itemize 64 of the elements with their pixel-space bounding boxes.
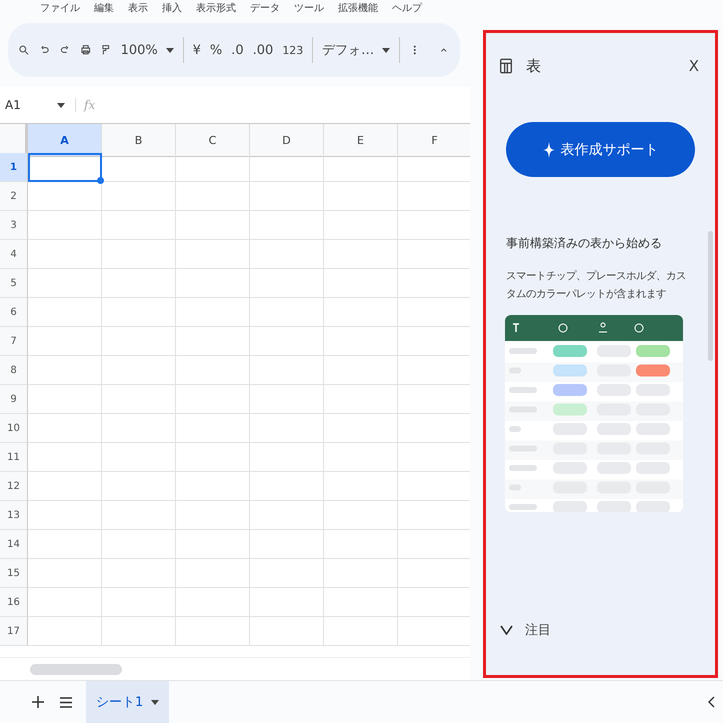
caret-icon	[57, 102, 65, 108]
section-heading: 事前構築済みの表から始める	[506, 235, 663, 252]
row-header[interactable]: 5	[0, 269, 28, 298]
row-header[interactable]: 1	[0, 153, 28, 182]
row-header[interactable]: 2	[0, 182, 28, 211]
increase-decimal-button[interactable]: .00	[252, 42, 274, 58]
scrollbar-thumb[interactable]	[708, 231, 713, 361]
caret-icon	[151, 700, 160, 704]
font-select[interactable]: デフォ…	[322, 41, 390, 59]
percent-button[interactable]: %	[210, 42, 222, 58]
column-header[interactable]: E	[324, 124, 398, 157]
number-format-button[interactable]: 123	[282, 44, 304, 56]
caret-icon	[166, 48, 174, 52]
menu-item[interactable]: ファイル	[40, 1, 80, 15]
menu-item[interactable]: ツール	[294, 1, 324, 15]
currency-button[interactable]: ¥	[192, 42, 201, 58]
column-header[interactable]: B	[102, 124, 176, 157]
name-box[interactable]: A1	[0, 98, 76, 112]
assist-button[interactable]: 表作成サポート	[506, 122, 695, 177]
panel-title: 表	[526, 56, 542, 76]
row-header[interactable]: 16	[0, 588, 28, 617]
section-toggle[interactable]: 注目	[498, 621, 715, 639]
caret-icon	[382, 48, 390, 52]
row-header[interactable]: 7	[0, 327, 28, 356]
chevron-icon	[500, 625, 513, 635]
zoom-select[interactable]: 100%	[120, 42, 174, 58]
column-header[interactable]: A	[28, 124, 102, 157]
column-header[interactable]: C	[176, 124, 250, 157]
row-header[interactable]: 15	[0, 559, 28, 588]
menu-item[interactable]: 表示形式	[196, 1, 236, 15]
print-icon[interactable]	[80, 43, 92, 57]
column-header[interactable]: F	[398, 124, 470, 157]
menu-item[interactable]: 拡張機能	[338, 1, 378, 15]
row-header[interactable]: 4	[0, 240, 28, 269]
formula-icon: fx	[84, 98, 96, 112]
scrollbar-thumb[interactable]	[30, 664, 122, 674]
expand-panel-button[interactable]	[706, 696, 717, 708]
row-header[interactable]: 11	[0, 443, 28, 472]
menu-item[interactable]: 挿入	[162, 1, 182, 15]
add-sheet-button[interactable]	[30, 696, 46, 708]
sheet-tab[interactable]: シート1	[86, 681, 170, 723]
row-header[interactable]: 8	[0, 356, 28, 385]
close-button[interactable]: X	[688, 57, 699, 75]
menu-item[interactable]: データ	[250, 1, 280, 15]
menu-item[interactable]: 編集	[94, 1, 114, 15]
menu-item[interactable]: 表示	[128, 1, 148, 15]
column-header[interactable]: D	[250, 124, 324, 157]
table-icon[interactable]	[498, 57, 514, 75]
row-header[interactable]: 13	[0, 501, 28, 530]
description: スマートチップ、プレースホルダ、カスタムのカラーパレットが含まれます	[506, 269, 687, 302]
decrease-decimal-button[interactable]: .0	[231, 42, 244, 58]
search-icon[interactable]	[18, 43, 30, 57]
menu-button[interactable]	[58, 696, 74, 708]
menu-item[interactable]: ヘルプ	[392, 1, 422, 15]
sparkle-icon	[542, 142, 554, 158]
paint-format-icon[interactable]	[100, 43, 112, 57]
row-header[interactable]: 3	[0, 211, 28, 240]
row-header[interactable]: 17	[0, 617, 28, 646]
row-header[interactable]: 9	[0, 385, 28, 414]
selected-cell[interactable]	[28, 153, 102, 182]
row-header[interactable]: 10	[0, 414, 28, 443]
row-header[interactable]: 6	[0, 298, 28, 327]
row-header[interactable]: 14	[0, 530, 28, 559]
row-header[interactable]: 12	[0, 472, 28, 501]
